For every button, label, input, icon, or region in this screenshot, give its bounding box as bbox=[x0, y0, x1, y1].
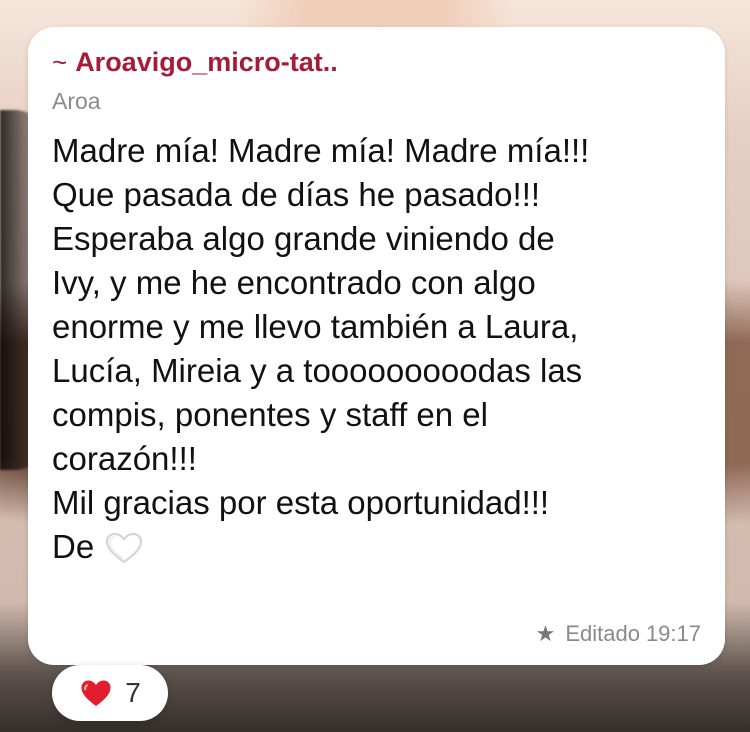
message-line: compis, ponentes y staff en el bbox=[52, 396, 488, 433]
star-icon: ★ bbox=[535, 621, 556, 646]
sender-subname: Aroa bbox=[52, 88, 101, 114]
message-line: enorme y me llevo también a Laura, bbox=[52, 308, 579, 345]
sender-name-row[interactable]: ~ Aroavigo_micro-tat.. bbox=[52, 45, 701, 79]
message-line: De bbox=[52, 528, 95, 565]
message-line: Que pasada de días he pasado!!! bbox=[52, 176, 541, 213]
message-line: Madre mía! Madre mía! Madre mía!!! bbox=[52, 132, 590, 169]
message-line: corazón!!! bbox=[52, 440, 197, 477]
message-line: Esperaba algo grande viniendo de bbox=[52, 220, 555, 257]
sender-name[interactable]: Aroavigo_micro-tat.. bbox=[75, 45, 338, 79]
reaction-count: 7 bbox=[125, 677, 141, 708]
edited-label: Editado bbox=[565, 621, 640, 646]
message-time: 19:17 bbox=[645, 621, 701, 646]
reaction-pill[interactable]: 7 bbox=[52, 665, 168, 721]
message-meta: ★ Editado 19:17 bbox=[536, 621, 701, 647]
message-bubble[interactable]: ~ Aroavigo_micro-tat.. Aroa Madre mía! M… bbox=[28, 27, 725, 665]
message-line: Ivy, y me he encontrado con algo bbox=[52, 264, 536, 301]
white-heart-icon bbox=[104, 531, 144, 565]
message-line: Lucía, Mireia y a tooooooooodas las bbox=[52, 352, 583, 389]
sender-tilde: ~ bbox=[52, 47, 68, 77]
message-last-line: De bbox=[52, 525, 702, 569]
message-line: Mil gracias por esta oportunidad!!! bbox=[52, 484, 550, 521]
message-text: Madre mía! Madre mía! Madre mía!!! Que p… bbox=[52, 129, 702, 569]
red-heart-icon bbox=[79, 678, 113, 708]
